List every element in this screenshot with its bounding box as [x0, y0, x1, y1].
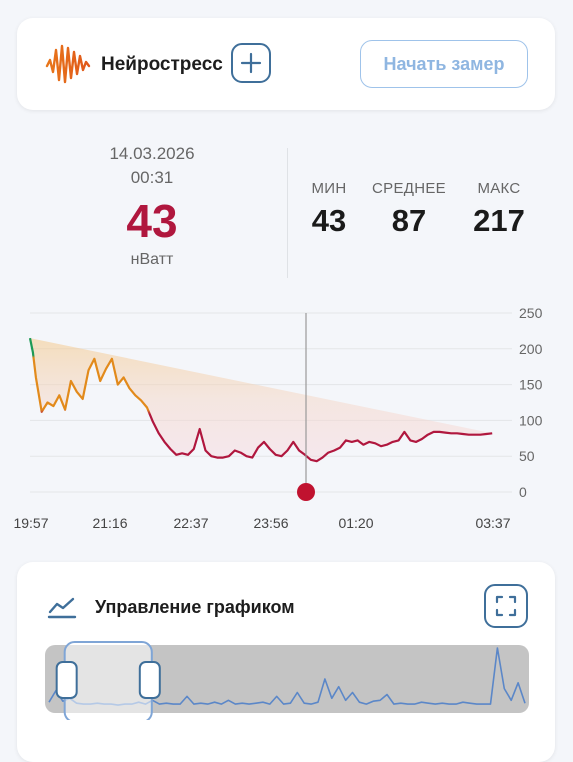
- y-tick-label: 50: [519, 448, 535, 464]
- fullscreen-button[interactable]: [484, 584, 528, 628]
- avg-stat: СРЕДНЕЕ 87: [359, 180, 459, 239]
- stress-chart[interactable]: 250 200 150 100 50 0 19:57 21:16 22:37 23:56 01:2…: [0, 300, 573, 545]
- avg-label: СРЕДНЕЕ: [372, 180, 446, 197]
- navigator-window[interactable]: [63, 641, 153, 720]
- neurostress-logo-icon: [45, 44, 91, 84]
- reading-time: 00:31: [130, 168, 174, 187]
- x-tick-label: 01:20: [338, 515, 373, 531]
- x-tick-label: 23:56: [253, 515, 288, 531]
- y-tick-label: 250: [519, 305, 543, 321]
- y-axis-ticks: 250 200 150 100 50 0: [519, 305, 543, 500]
- avg-value: 87: [391, 203, 427, 238]
- max-value: 217: [473, 203, 525, 238]
- current-reading: 14.03.2026 00:31 43 нВатт: [52, 143, 252, 269]
- x-tick-label: 03:37: [475, 515, 510, 531]
- add-button[interactable]: [231, 43, 271, 83]
- y-tick-label: 200: [519, 341, 543, 357]
- plus-icon: [240, 52, 262, 74]
- y-tick-label: 100: [519, 412, 543, 428]
- current-unit: нВатт: [130, 251, 174, 268]
- navigator-left-handle[interactable]: [55, 661, 78, 699]
- chart-navigator[interactable]: [45, 640, 531, 720]
- x-tick-label: 22:37: [173, 515, 208, 531]
- chart-cursor-dot[interactable]: [297, 483, 315, 501]
- navigator-right-handle[interactable]: [138, 661, 161, 699]
- x-tick-label: 19:57: [13, 515, 48, 531]
- reading-date: 14.03.2026: [109, 144, 195, 163]
- graph-control-title: Управление графиком: [95, 597, 295, 617]
- x-axis-ticks: 19:57 21:16 22:37 23:56 01:20 03:37: [13, 515, 510, 531]
- app-title: Нейростресс: [101, 54, 223, 75]
- x-tick-label: 21:16: [92, 515, 127, 531]
- start-measurement-button[interactable]: Начать замер: [360, 40, 528, 88]
- max-label: МАКС: [477, 180, 521, 197]
- fullscreen-icon: [495, 595, 517, 617]
- current-value: 43: [126, 195, 178, 247]
- max-stat: МАКС 217: [449, 180, 549, 239]
- header-card: Нейростресс Начать замер: [17, 18, 555, 110]
- chart-line-icon: [47, 597, 77, 619]
- series-area: [30, 338, 493, 462]
- y-tick-label: 150: [519, 377, 543, 393]
- y-tick-label: 0: [519, 484, 527, 500]
